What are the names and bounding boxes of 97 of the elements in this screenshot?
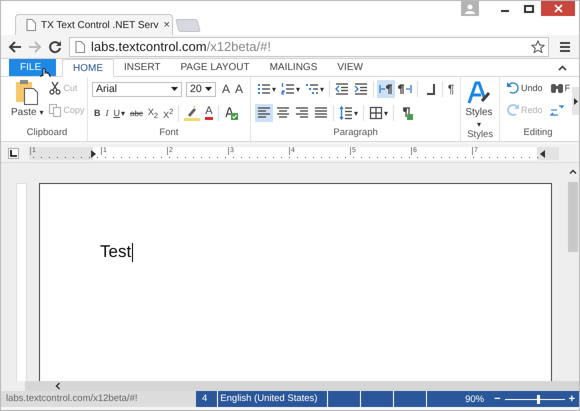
grow-font-button[interactable]: A	[220, 80, 232, 98]
styles-icon	[466, 81, 491, 105]
font-color-button[interactable]: A	[203, 104, 215, 122]
undo-icon	[506, 81, 520, 95]
clear-formatting-icon	[224, 106, 238, 120]
underline-button[interactable]: U▾	[112, 104, 127, 122]
copy-icon	[48, 103, 62, 117]
borders-button[interactable]: ▾	[366, 104, 390, 122]
page-icon	[75, 40, 85, 52]
zoom-out-button[interactable]: −	[490, 393, 505, 405]
multilevel-list-icon	[304, 82, 319, 96]
borders-icon	[368, 106, 383, 120]
dropdown-arrow-icon	[205, 87, 212, 91]
language-status[interactable]: English (United States)	[218, 391, 328, 407]
page-icon	[26, 19, 36, 31]
user-icon	[465, 4, 475, 14]
link-preview: labs.textcontrol.com/x12beta/#!	[1, 391, 196, 407]
zoom-in-button[interactable]: +	[564, 393, 579, 405]
forward-arrow-icon	[28, 40, 42, 54]
document-text: Test	[100, 242, 134, 262]
left-indent-marker-icon	[91, 150, 96, 158]
bullet-list-button[interactable]: ▾	[254, 80, 278, 98]
left-to-right-button[interactable]	[376, 80, 395, 98]
group-label: Editing	[522, 127, 554, 140]
back-arrow-icon	[8, 40, 22, 54]
ribbon-tab[interactable]: INSERT	[114, 59, 170, 76]
font-name-dropdown[interactable]: Arial	[92, 82, 182, 96]
bullet-list-icon	[256, 82, 271, 96]
file-tab[interactable]: FILE	[9, 59, 56, 76]
tab-stop-icon	[10, 150, 17, 156]
text-cursor	[132, 242, 134, 262]
ribbon-tab[interactable]: VIEW	[327, 59, 373, 76]
ribbon-scroll-button[interactable]	[572, 87, 579, 115]
dropdown-arrow-icon	[171, 87, 178, 91]
right-to-left-icon	[398, 82, 412, 96]
tab-title: TX Text Control .NET Serv	[41, 20, 158, 30]
binoculars-icon	[550, 81, 564, 95]
find-button[interactable]: F	[548, 79, 572, 97]
line-spacing-icon	[338, 106, 353, 120]
star-icon	[531, 40, 545, 54]
italic-button[interactable]: I	[104, 104, 110, 122]
chevron-left-icon	[55, 382, 60, 390]
bold-button[interactable]: B	[92, 104, 102, 122]
minimize-icon	[501, 10, 509, 12]
back-button[interactable]	[7, 38, 23, 54]
undo-button[interactable]: Undo	[504, 79, 544, 97]
browser-tab[interactable]: TX Text Control .NET Serv ×	[15, 14, 173, 35]
horizontal-scrollbar[interactable]	[1, 381, 579, 391]
close-tab-button[interactable]: ×	[163, 19, 170, 31]
menu-icon	[558, 40, 572, 54]
reload-icon	[48, 40, 62, 54]
align-left-icon	[256, 106, 271, 120]
group-label: Styles	[466, 129, 494, 141]
align-left-button[interactable]	[254, 104, 273, 122]
reload-button[interactable]	[47, 38, 63, 54]
align-center-icon	[276, 106, 290, 120]
highlighter-icon	[184, 105, 200, 121]
right-indent-marker-icon	[540, 150, 545, 158]
numbered-list-button[interactable]: ▾	[278, 80, 302, 98]
zoom-level: 90%	[465, 394, 484, 404]
increase-indent-icon	[354, 82, 368, 96]
triangle-right-icon	[574, 98, 578, 104]
formatting-marks-button[interactable]: ¶	[446, 80, 456, 98]
chevron-up-icon	[558, 64, 567, 70]
scrollbar-thumb[interactable]	[568, 182, 578, 252]
group-label: Font	[158, 127, 180, 140]
line-spacing-button[interactable]: ▾	[336, 104, 360, 122]
align-right-icon	[294, 106, 309, 120]
close-button[interactable]	[541, 1, 575, 16]
maximize-icon	[524, 4, 534, 12]
superscript-button[interactable]: X$^{2}$	[161, 104, 176, 122]
decrease-indent-icon	[334, 82, 349, 96]
scissors-icon	[48, 81, 62, 95]
ribbon-tab[interactable]: PAGE LAYOUT	[170, 59, 260, 76]
multilevel-list-button[interactable]: ▾	[302, 80, 326, 98]
url-text: labs.textcontrol.com/x12beta/#!	[91, 39, 272, 54]
redo-icon	[506, 103, 520, 117]
close-icon	[554, 4, 562, 13]
address-bar[interactable]: labs.textcontrol.com/x12beta/#!	[69, 36, 549, 56]
justify-icon	[314, 106, 328, 120]
subscript-button[interactable]: X$_{2}$	[146, 104, 160, 122]
highlight-button[interactable]	[182, 104, 202, 122]
replace-icon	[550, 103, 564, 117]
page-number: 4	[200, 391, 218, 407]
group-label: Paragraph	[332, 127, 379, 140]
styles-button[interactable]: Styles ▾	[465, 81, 493, 129]
left-to-right-icon	[378, 82, 393, 96]
numbered-list-icon	[280, 82, 295, 96]
tab-selector-button[interactable]	[8, 148, 19, 158]
font-size-dropdown[interactable]: 20	[186, 82, 216, 96]
ribbon-tab[interactable]: MAILINGS	[260, 59, 328, 76]
ribbon-tab[interactable]: HOME	[62, 59, 114, 77]
strikethrough-button[interactable]: abc	[128, 104, 145, 122]
chevron-up-icon	[568, 169, 576, 174]
paste-button[interactable]: Paste ▾	[11, 79, 44, 118]
group-label: Clipboard	[26, 127, 68, 140]
shrink-font-button[interactable]: A	[233, 80, 246, 98]
